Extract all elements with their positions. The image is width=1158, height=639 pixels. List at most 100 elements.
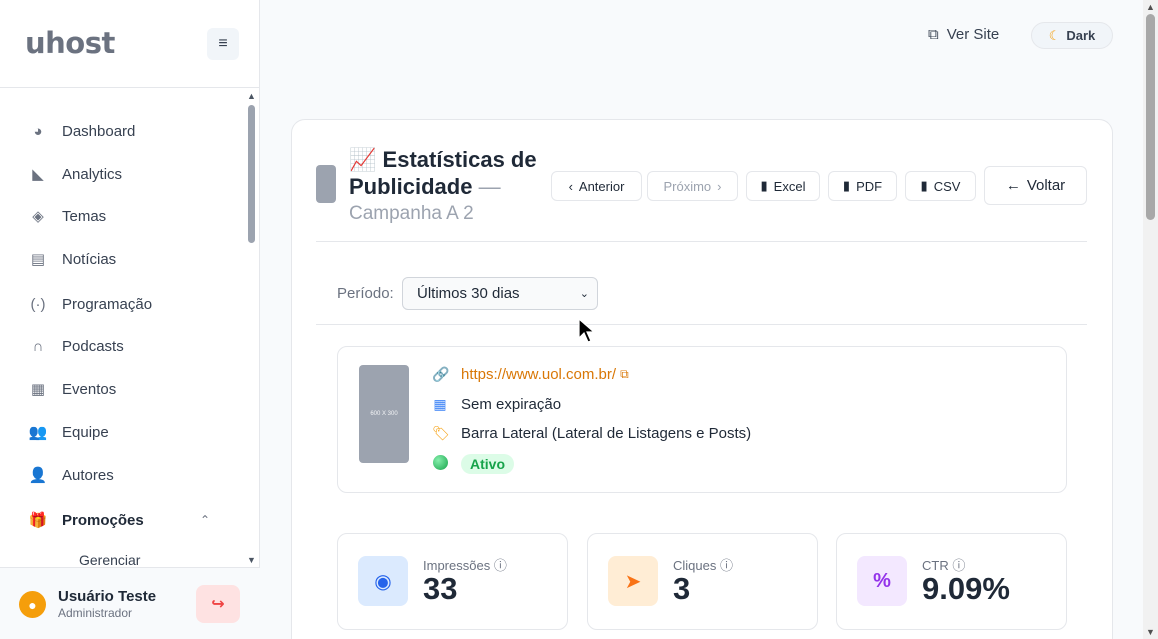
- eye-icon: ◉: [358, 556, 408, 606]
- divider: [316, 241, 1087, 242]
- hamburger-icon: ≡: [218, 35, 228, 52]
- sidebar-item-label: Programação: [62, 295, 153, 313]
- user-pen-icon: 👤: [28, 467, 48, 484]
- proximo-label: Próximo: [663, 178, 712, 194]
- gift-icon: 🎁: [28, 512, 48, 529]
- proximo-button[interactable]: Próximo ›: [647, 171, 738, 201]
- sidebar-item-label: Autores: [62, 466, 114, 484]
- ver-site-link[interactable]: ⧉ Ver Site: [928, 26, 999, 43]
- sidebar-item-autores[interactable]: 👤 Autores: [0, 455, 244, 495]
- theme-toggle-label: Dark: [1066, 28, 1096, 43]
- theme-toggle-button[interactable]: ☾ Dark: [1031, 22, 1113, 49]
- sidebar-item-label: Equipe: [62, 423, 109, 441]
- user-panel: ● Usuário Teste Administrador ↪: [0, 567, 260, 639]
- external-link-icon[interactable]: ⧉: [620, 367, 629, 382]
- tag-icon: 🏷: [432, 425, 450, 441]
- chevron-left-icon: ‹: [568, 178, 573, 194]
- sidebar-item-programacao[interactable]: (·) Programação: [0, 284, 244, 324]
- layers-icon: ◈: [32, 208, 44, 225]
- stat-value: 33: [423, 571, 458, 606]
- sidebar-item-eventos[interactable]: ▦ Eventos: [0, 369, 244, 409]
- percent-icon: %: [857, 556, 907, 606]
- scroll-up-arrow-icon[interactable]: ▲: [1143, 2, 1158, 12]
- stat-card-impressoes: ◉ Impressões ⓘ 33: [337, 533, 568, 630]
- ad-thumbnail: 600 X 300: [359, 365, 409, 463]
- avatar: ●: [19, 591, 46, 618]
- palette-icon: ◕: [33, 122, 43, 140]
- page-scroll-thumb[interactable]: [1146, 14, 1155, 220]
- sidebar-item-label: Podcasts: [62, 337, 124, 355]
- users-icon: 👥: [28, 424, 48, 441]
- sidebar-item-label: Temas: [62, 207, 107, 225]
- scroll-down-arrow-icon[interactable]: ▼: [1143, 627, 1158, 637]
- voltar-button[interactable]: ← Voltar: [984, 166, 1087, 205]
- headphones-icon: ∩: [32, 337, 44, 355]
- chevron-up-icon: ⌃: [200, 513, 211, 527]
- sidebar-item-label: Eventos: [62, 380, 117, 398]
- stat-value: 3: [673, 571, 691, 606]
- info-icon: ⓘ: [719, 558, 733, 573]
- ad-status-row: Ativo: [432, 454, 514, 474]
- file-pdf-icon: ▮: [842, 178, 851, 193]
- sidebar-item-analytics[interactable]: ◣ Analytics: [0, 154, 244, 194]
- scroll-down-arrow-icon[interactable]: ▼: [246, 555, 257, 565]
- ad-placement: Barra Lateral (Lateral de Listagens e Po…: [461, 425, 752, 442]
- ad-expiration: Sem expiração: [461, 396, 562, 413]
- csv-export-button[interactable]: ▮ CSV: [905, 171, 976, 201]
- sidebar-item-temas[interactable]: ◈ Temas: [0, 196, 244, 236]
- sidebar-item-label: Dashboard: [62, 122, 136, 140]
- sidebar: uhost ≡ ◕ Dashboard ◣ Analytics ◈ Temas …: [0, 0, 260, 639]
- arrow-left-icon: ←: [1005, 177, 1021, 194]
- sidebar-subitem-gerenciar[interactable]: Gerenciar: [0, 540, 244, 566]
- ad-thumbnail-label: 600 X 300: [370, 411, 398, 417]
- pdf-label: PDF: [856, 178, 883, 194]
- stat-card-cliques: ➤ Cliques ⓘ 3: [587, 533, 818, 630]
- page-scrollbar[interactable]: ▲ ▼: [1143, 0, 1158, 639]
- sidebar-item-promocoes[interactable]: 🎁 Promoções ⌃: [0, 500, 244, 540]
- divider: [316, 324, 1087, 325]
- sidebar-item-label: Gerenciar: [79, 552, 141, 566]
- sidebar-item-equipe[interactable]: 👥 Equipe: [0, 412, 244, 452]
- page-title: 📈 Estatísticas de Publicidade —: [349, 146, 549, 200]
- ad-thumbnail-small: [316, 165, 336, 203]
- mouse-cursor-icon: [578, 318, 596, 343]
- ad-placement-row: 🏷 Barra Lateral (Lateral de Listagens e …: [432, 425, 751, 442]
- link-icon: 🔗: [432, 366, 450, 382]
- menu-toggle-button[interactable]: ≡: [207, 28, 239, 60]
- file-excel-icon: ▮: [760, 178, 768, 193]
- title-dash: —: [478, 174, 501, 199]
- period-label: Período:: [337, 285, 394, 302]
- sidebar-nav: ◕ Dashboard ◣ Analytics ◈ Temas ▤ Notíci…: [0, 88, 244, 567]
- period-selected-value: Últimos 30 dias: [417, 285, 520, 302]
- sidebar-item-noticias[interactable]: ▤ Notícias: [0, 239, 244, 279]
- scroll-up-arrow-icon[interactable]: ▲: [246, 91, 257, 101]
- sidebar-item-label: Notícias: [62, 250, 117, 268]
- chevron-down-icon: ⌄: [579, 288, 589, 300]
- chart-area-icon: ◣: [32, 166, 44, 183]
- excel-export-button[interactable]: ▮ Excel: [746, 171, 820, 201]
- page-title-text: Estatísticas de Publicidade: [349, 147, 537, 199]
- pdf-export-button[interactable]: ▮ PDF: [828, 171, 897, 201]
- file-csv-icon: ▮: [920, 178, 928, 193]
- calendar-icon: ▦: [30, 381, 46, 398]
- logout-button[interactable]: ↪: [196, 585, 240, 623]
- sidebar-item-dashboard[interactable]: ◕ Dashboard: [0, 111, 244, 151]
- info-icon: ⓘ: [493, 558, 507, 573]
- sidebar-scrollbar[interactable]: ▲ ▼: [246, 91, 257, 565]
- line-chart-icon: 📈: [349, 147, 377, 172]
- campaign-name: Campanha A 2: [349, 203, 474, 224]
- broadcast-icon: (·): [30, 295, 46, 313]
- sidebar-header: uhost ≡: [0, 0, 259, 88]
- status-badge: Ativo: [461, 454, 514, 474]
- user-name: Usuário Teste: [58, 588, 157, 605]
- pointer-icon: ➤: [608, 556, 658, 606]
- sidebar-item-podcasts[interactable]: ∩ Podcasts: [0, 326, 244, 366]
- period-select[interactable]: Últimos 30 dias ⌄: [402, 277, 598, 310]
- logo[interactable]: uhost: [25, 26, 115, 60]
- status-dot-icon: [432, 455, 448, 473]
- sidebar-scroll-thumb[interactable]: [248, 105, 255, 243]
- anterior-button[interactable]: ‹ Anterior: [551, 171, 642, 201]
- ad-url-row: 🔗 https://www.uol.com.br/ ⧉: [432, 366, 629, 383]
- ad-url-link[interactable]: https://www.uol.com.br/: [461, 366, 616, 383]
- sidebar-item-label: Promoções: [62, 511, 144, 529]
